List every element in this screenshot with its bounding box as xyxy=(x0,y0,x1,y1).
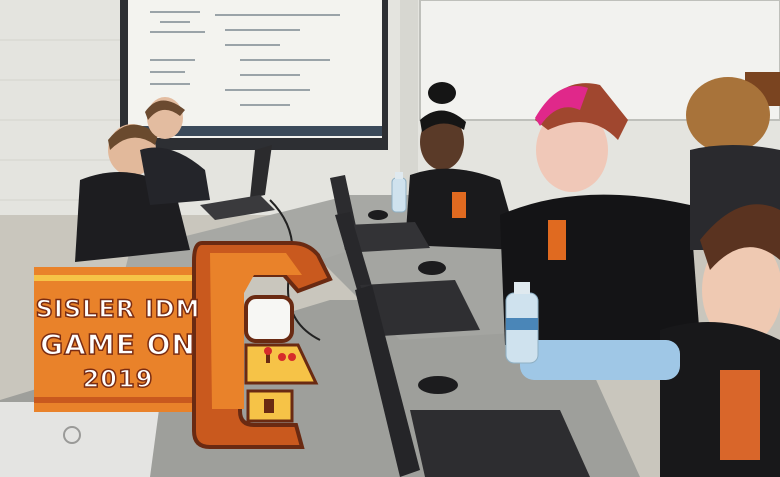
cabinet-screen xyxy=(244,295,294,343)
logo-line-2: GAME ON xyxy=(39,328,196,361)
water-bottle-back xyxy=(391,172,407,213)
wall-column xyxy=(400,0,418,200)
cabinet-control-panel xyxy=(244,343,319,385)
arcade-cabinet-logo-icon xyxy=(192,241,333,449)
mouse-front xyxy=(418,376,458,394)
water-bottle-front xyxy=(505,282,539,364)
mouse-back xyxy=(368,210,388,220)
game-on-logo: SISLER IDM GAME ON 2019 xyxy=(34,233,334,453)
mouse-middle xyxy=(418,261,446,275)
logo-line-3: 2019 xyxy=(82,365,154,393)
photo-scene: SISLER IDM GAME ON 2019 xyxy=(0,0,780,477)
logo-line-1: SISLER IDM xyxy=(35,295,201,323)
